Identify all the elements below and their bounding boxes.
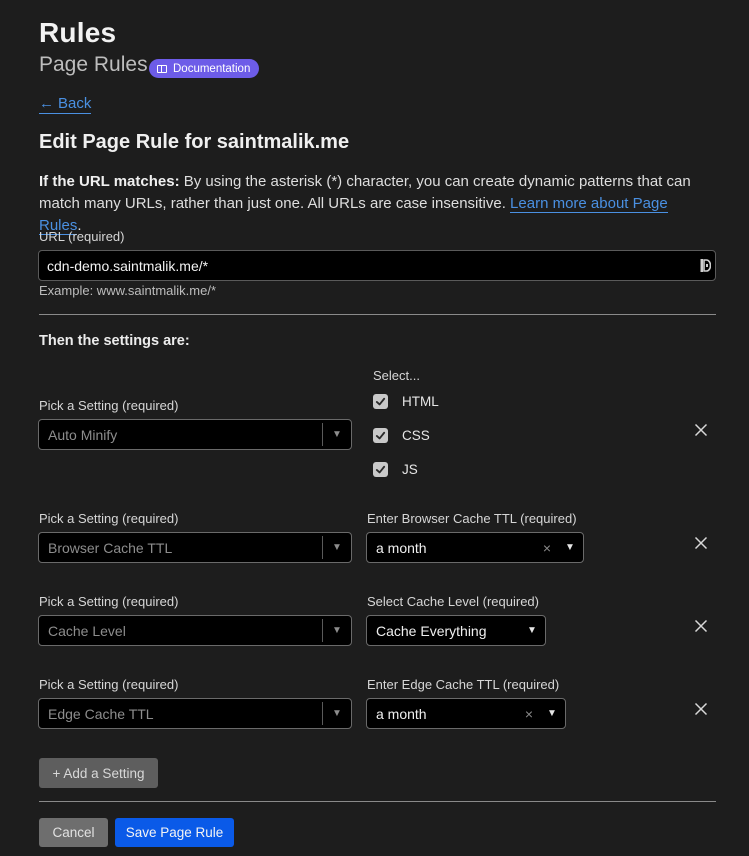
remove-setting-auto-minify[interactable] [693, 422, 709, 438]
edge-cache-ttl-label: Enter Edge Cache TTL (required) [367, 677, 560, 692]
check-icon [373, 428, 388, 443]
edge-cache-ttl-select[interactable]: a month × ▼ [366, 698, 566, 729]
divider-top [39, 314, 716, 315]
close-icon [694, 423, 708, 437]
page-subtitle: Page Rules [39, 53, 148, 76]
remove-setting-cache-level[interactable] [693, 618, 709, 634]
browser-cache-ttl-label: Enter Browser Cache TTL (required) [367, 511, 577, 526]
chevron-down-icon: ▼ [332, 708, 342, 719]
checkbox-label: HTML [402, 394, 439, 409]
documentation-label: Documentation [173, 62, 251, 75]
checkbox-label: CSS [402, 428, 430, 443]
close-icon [694, 619, 708, 633]
setting-select-edge-cache-ttl[interactable]: Edge Cache TTL ▼ [38, 698, 352, 729]
setting-select-value: Edge Cache TTL [48, 705, 154, 722]
setting-select-cache-level[interactable]: Cache Level ▼ [38, 615, 352, 646]
remove-setting-edge-cache-ttl[interactable] [693, 701, 709, 717]
divider-bottom [39, 801, 716, 802]
save-page-rule-button[interactable]: Save Page Rule [115, 818, 234, 847]
setting-select-value: Browser Cache TTL [48, 539, 173, 556]
cache-level-value: Cache Everything [376, 622, 487, 639]
page-title: Rules [39, 17, 117, 48]
edit-rule-title: Edit Page Rule for saintmalik.me [39, 131, 350, 153]
back-link[interactable]: ← Back [39, 95, 92, 114]
chevron-down-icon: ▼ [527, 625, 537, 636]
chevron-down-icon: ▼ [547, 708, 557, 719]
cache-level-select[interactable]: Cache Everything ▼ [366, 615, 546, 646]
password-manager-icon[interactable] [700, 257, 712, 274]
close-icon [694, 702, 708, 716]
pick-setting-label: Pick a Setting (required) [39, 677, 179, 692]
url-match-description: If the URL matches: By using the asteris… [39, 171, 711, 237]
close-icon [694, 536, 708, 550]
setting-select-value: Cache Level [48, 622, 126, 639]
setting-select-auto-minify[interactable]: Auto Minify ▼ [38, 419, 352, 450]
settings-heading: Then the settings are: [39, 333, 190, 349]
browser-cache-ttl-value: a month [376, 539, 427, 556]
url-example: Example: www.saintmalik.me/* [39, 283, 216, 298]
setting-select-browser-cache-ttl[interactable]: Browser Cache TTL ▼ [38, 532, 352, 563]
chevron-down-icon: ▼ [332, 542, 342, 553]
cache-level-label: Select Cache Level (required) [367, 594, 539, 609]
pick-setting-label: Pick a Setting (required) [39, 594, 179, 609]
documentation-badge[interactable]: Documentation [149, 59, 260, 78]
cancel-button[interactable]: Cancel [39, 818, 108, 847]
pick-setting-label: Pick a Setting (required) [39, 398, 179, 413]
description-bold: If the URL matches: [39, 173, 180, 190]
add-setting-button[interactable]: + Add a Setting [39, 758, 158, 788]
clear-icon[interactable]: × [519, 706, 539, 722]
checkbox-js[interactable]: JS [373, 462, 418, 477]
clear-icon[interactable]: × [537, 540, 557, 556]
url-input[interactable]: cdn-demo.saintmalik.me/* [38, 250, 716, 281]
chevron-down-icon: ▼ [332, 429, 342, 440]
checkbox-css[interactable]: CSS [373, 428, 430, 443]
checkbox-html[interactable]: HTML [373, 394, 439, 409]
browser-cache-ttl-select[interactable]: a month × ▼ [366, 532, 584, 563]
back-arrow-icon: ← [39, 95, 54, 112]
chevron-down-icon: ▼ [332, 625, 342, 636]
chevron-down-icon: ▼ [565, 542, 575, 553]
back-label: Back [58, 95, 92, 112]
book-icon [157, 64, 167, 73]
edge-cache-ttl-value: a month [376, 705, 427, 722]
checkbox-label: JS [402, 462, 418, 477]
pick-setting-label: Pick a Setting (required) [39, 511, 179, 526]
check-icon [373, 394, 388, 409]
url-label: URL (required) [39, 229, 125, 244]
check-icon [373, 462, 388, 477]
minify-select-label: Select... [373, 368, 420, 383]
setting-select-value: Auto Minify [48, 426, 118, 443]
remove-setting-browser-cache-ttl[interactable] [693, 535, 709, 551]
